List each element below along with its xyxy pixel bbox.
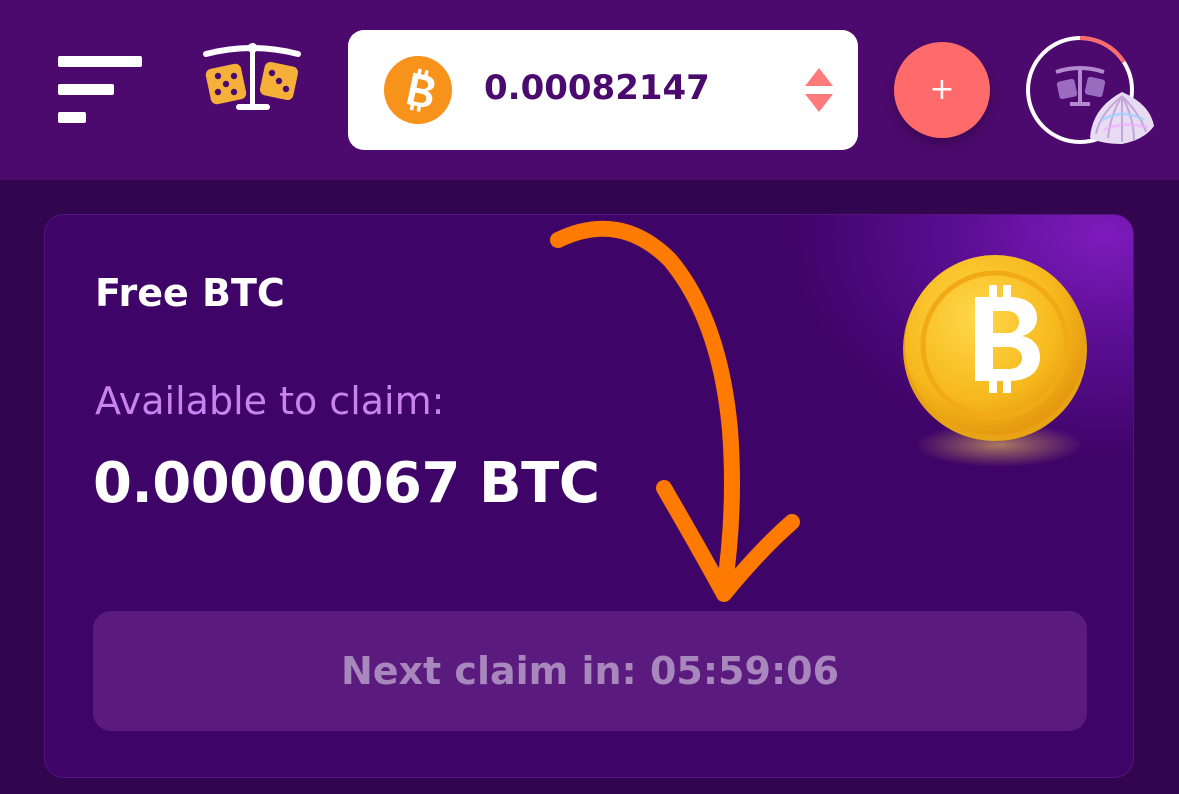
available-amount: 0.00000067 BTC xyxy=(93,451,600,516)
wallet-balance: 0.00082147 xyxy=(484,68,710,108)
wallet-balance-selector[interactable]: 0.00082147 xyxy=(348,30,858,150)
card-title: Free BTC xyxy=(95,271,285,315)
deposit-button[interactable]: + xyxy=(894,42,990,138)
top-bar: 0.00082147 + xyxy=(0,0,1179,180)
dice-scale-logo-icon[interactable] xyxy=(200,40,304,116)
avatar-shell-icon[interactable] xyxy=(1024,34,1164,146)
hamburger-menu-icon[interactable] xyxy=(58,56,142,128)
up-down-arrows-icon[interactable] xyxy=(804,68,834,112)
available-label: Available to claim: xyxy=(95,379,445,423)
free-btc-card: Free BTC Available to claim: 0.00000067 … xyxy=(44,214,1134,778)
bitcoin-icon xyxy=(384,56,452,124)
bitcoin-coin-icon xyxy=(891,249,1101,469)
next-claim-button[interactable]: Next claim in: 05:59:06 xyxy=(93,611,1087,731)
